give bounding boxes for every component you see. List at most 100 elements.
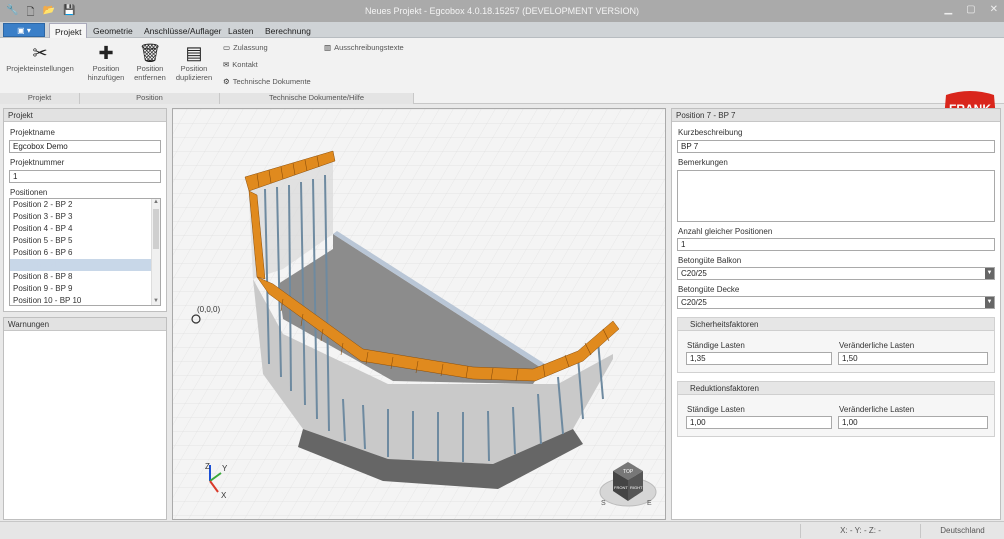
anzahl-input[interactable]: 1 xyxy=(677,238,995,251)
sicherheitsfaktoren-title: Sicherheitsfaktoren xyxy=(678,318,994,331)
projektnummer-label: Projektnummer xyxy=(10,158,65,167)
bemerkungen-textarea[interactable] xyxy=(677,170,995,222)
tools-icon: ✂ xyxy=(32,43,48,63)
window-controls: ▁ ▢ ✕ xyxy=(944,4,998,15)
list-item[interactable]: Position 6 - BP 6 xyxy=(10,247,160,259)
sicherheit-staendig-input[interactable]: 1,35 xyxy=(686,352,832,365)
cube-right-label[interactable]: RIGHT xyxy=(630,485,643,490)
coordinates-readout: X: - Y: - Z: - xyxy=(800,524,920,538)
maximize-icon[interactable]: ▢ xyxy=(966,4,975,15)
list-item-selected[interactable]: Position 7 - BP 7 xyxy=(10,259,160,271)
balcony-3d-model[interactable]: (0,0,0) Z Y X TOP FRONT RIGHT S E xyxy=(173,109,666,520)
project-panel-title: Projekt xyxy=(4,109,166,122)
kurzbeschreibung-input[interactable]: BP 7 xyxy=(677,140,995,153)
list-item[interactable]: Position 5 - BP 5 xyxy=(10,235,160,247)
warnings-title: Warnungen xyxy=(4,318,166,331)
reduktion-staendig-label: Ständige Lasten xyxy=(687,405,745,414)
list-item[interactable]: Position 3 - BP 3 xyxy=(10,211,160,223)
axis-y-label: Y xyxy=(222,464,228,473)
group-label-docs: Technische Dokumente/Hilfe xyxy=(220,93,414,104)
compass-s-label: S xyxy=(601,500,606,507)
minimize-icon[interactable]: ▁ xyxy=(944,4,952,15)
tab-geometrie[interactable]: Geometrie xyxy=(88,23,138,38)
list-item[interactable]: Position 4 - BP 4 xyxy=(10,223,160,235)
tab-lasten[interactable]: Lasten xyxy=(223,23,259,38)
position-entfernen-button[interactable]: 🗑 Position entfernen xyxy=(130,42,170,82)
anzahl-label: Anzahl gleicher Positionen xyxy=(678,227,773,236)
projekteinstellungen-label: Projekteinstellungen xyxy=(6,64,74,73)
cube-front-label[interactable]: FRONT xyxy=(614,485,628,490)
reduktion-veraenderlich-label: Veränderliche Lasten xyxy=(839,405,915,414)
list-item[interactable]: Position 8 - BP 8 xyxy=(10,271,160,283)
kontakt-label: Kontakt xyxy=(232,60,258,69)
technische-dokumente-button[interactable]: ⚙ Technische Dokumente xyxy=(223,77,311,86)
title-bar: 🔧 🗋 📂 💾 Neues Projekt - Egcobox 4.0.18.1… xyxy=(0,0,1004,22)
position-duplizieren-label: Position duplizieren xyxy=(175,64,213,82)
trash-icon: 🗑 xyxy=(138,43,162,63)
plus-icon: ✚ xyxy=(98,43,114,63)
settings-icon: ⚙ xyxy=(223,77,230,86)
beton-decke-label: Betongüte Decke xyxy=(678,285,740,294)
ausschreibungstexte-label: Ausschreibungstexte xyxy=(334,43,404,52)
text-icon: ▥ xyxy=(324,43,332,52)
warnings-panel: Warnungen xyxy=(3,317,167,520)
beton-balkon-select[interactable]: C20/25 ▼ xyxy=(677,267,995,280)
projektname-label: Projektname xyxy=(10,128,55,137)
close-icon[interactable]: ✕ xyxy=(990,4,998,15)
scroll-thumb[interactable] xyxy=(153,209,159,249)
axis-x-label: X xyxy=(221,491,227,500)
zulassung-button[interactable]: ▭ Zulassung xyxy=(223,43,268,52)
origin-label: (0,0,0) xyxy=(197,305,220,314)
ausschreibungstexte-button[interactable]: ▥ Ausschreibungstexte xyxy=(324,43,404,52)
tab-projekt[interactable]: Projekt xyxy=(49,23,88,38)
list-item[interactable]: Position 10 - BP 10 xyxy=(10,295,160,305)
reduktionsfaktoren-title: Reduktionsfaktoren xyxy=(678,382,994,395)
compass-e-label: E xyxy=(647,500,652,507)
3d-viewport[interactable]: (0,0,0) Z Y X TOP FRONT RIGHT S E xyxy=(172,108,666,520)
beton-decke-select[interactable]: C20/25 ▼ xyxy=(677,296,995,309)
tab-anschluesse[interactable]: Anschlüsse/Auflager xyxy=(139,23,227,38)
positions-scrollbar[interactable]: ▲ ▼ xyxy=(151,199,160,305)
bemerkungen-label: Bemerkungen xyxy=(678,158,728,167)
axis-z-label: Z xyxy=(205,462,210,471)
technische-dokumente-label: Technische Dokumente xyxy=(232,77,311,86)
cube-top-label[interactable]: TOP xyxy=(623,469,634,475)
sicherheit-veraenderlich-label: Veränderliche Lasten xyxy=(839,341,915,350)
duplicate-icon: ▤ xyxy=(185,43,203,63)
ribbon: ✂ Projekteinstellungen ✚ Position hinzuf… xyxy=(0,38,1004,124)
positions-list[interactable]: Position 2 - BP 2 Position 3 - BP 3 Posi… xyxy=(9,198,161,306)
country-indicator: Deutschland xyxy=(920,524,1004,538)
position-entfernen-label: Position entfernen xyxy=(134,64,166,82)
tab-berechnung[interactable]: Berechnung xyxy=(260,23,316,38)
group-label-projekt: Projekt xyxy=(0,93,80,104)
status-bar: X: - Y: - Z: - Deutschland xyxy=(0,521,1004,539)
chevron-down-icon[interactable]: ▼ xyxy=(985,268,994,279)
projektname-input[interactable]: Egcobox Demo xyxy=(9,140,161,153)
reduktion-veraenderlich-input[interactable]: 1,00 xyxy=(838,416,988,429)
ribbon-tabs: ▣ ▾ Projekt Geometrie Anschlüsse/Auflage… xyxy=(0,22,1004,38)
position-hinzufuegen-button[interactable]: ✚ Position hinzufügen xyxy=(85,42,127,82)
beton-decke-value: C20/25 xyxy=(681,298,707,307)
kurzbeschreibung-label: Kurzbeschreibung xyxy=(678,128,743,137)
sicherheit-staendig-label: Ständige Lasten xyxy=(687,341,745,350)
projekteinstellungen-button[interactable]: ✂ Projekteinstellungen xyxy=(4,42,76,73)
reduktion-staendig-input[interactable]: 1,00 xyxy=(686,416,832,429)
list-item[interactable]: Position 2 - BP 2 xyxy=(10,199,160,211)
kontakt-button[interactable]: ✉ Kontakt xyxy=(223,60,258,69)
position-duplizieren-button[interactable]: ▤ Position duplizieren xyxy=(172,42,216,82)
positionen-label: Positionen xyxy=(10,188,48,197)
beton-balkon-label: Betongüte Balkon xyxy=(678,256,742,265)
scroll-down-icon[interactable]: ▼ xyxy=(152,298,160,304)
mail-icon: ✉ xyxy=(223,60,230,69)
chevron-down-icon[interactable]: ▼ xyxy=(985,297,994,308)
position-hinzufuegen-label: Position hinzufügen xyxy=(87,64,125,82)
scroll-up-icon[interactable]: ▲ xyxy=(152,199,160,205)
beton-balkon-value: C20/25 xyxy=(681,269,707,278)
sicherheit-veraenderlich-input[interactable]: 1,50 xyxy=(838,352,988,365)
projektnummer-input[interactable]: 1 xyxy=(9,170,161,183)
position-panel-title: Position 7 - BP 7 xyxy=(672,109,1000,122)
document-icon: ▭ xyxy=(223,43,231,52)
group-label-position: Position xyxy=(80,93,220,104)
application-menu-button[interactable]: ▣ ▾ xyxy=(3,23,45,37)
list-item[interactable]: Position 9 - BP 9 xyxy=(10,283,160,295)
